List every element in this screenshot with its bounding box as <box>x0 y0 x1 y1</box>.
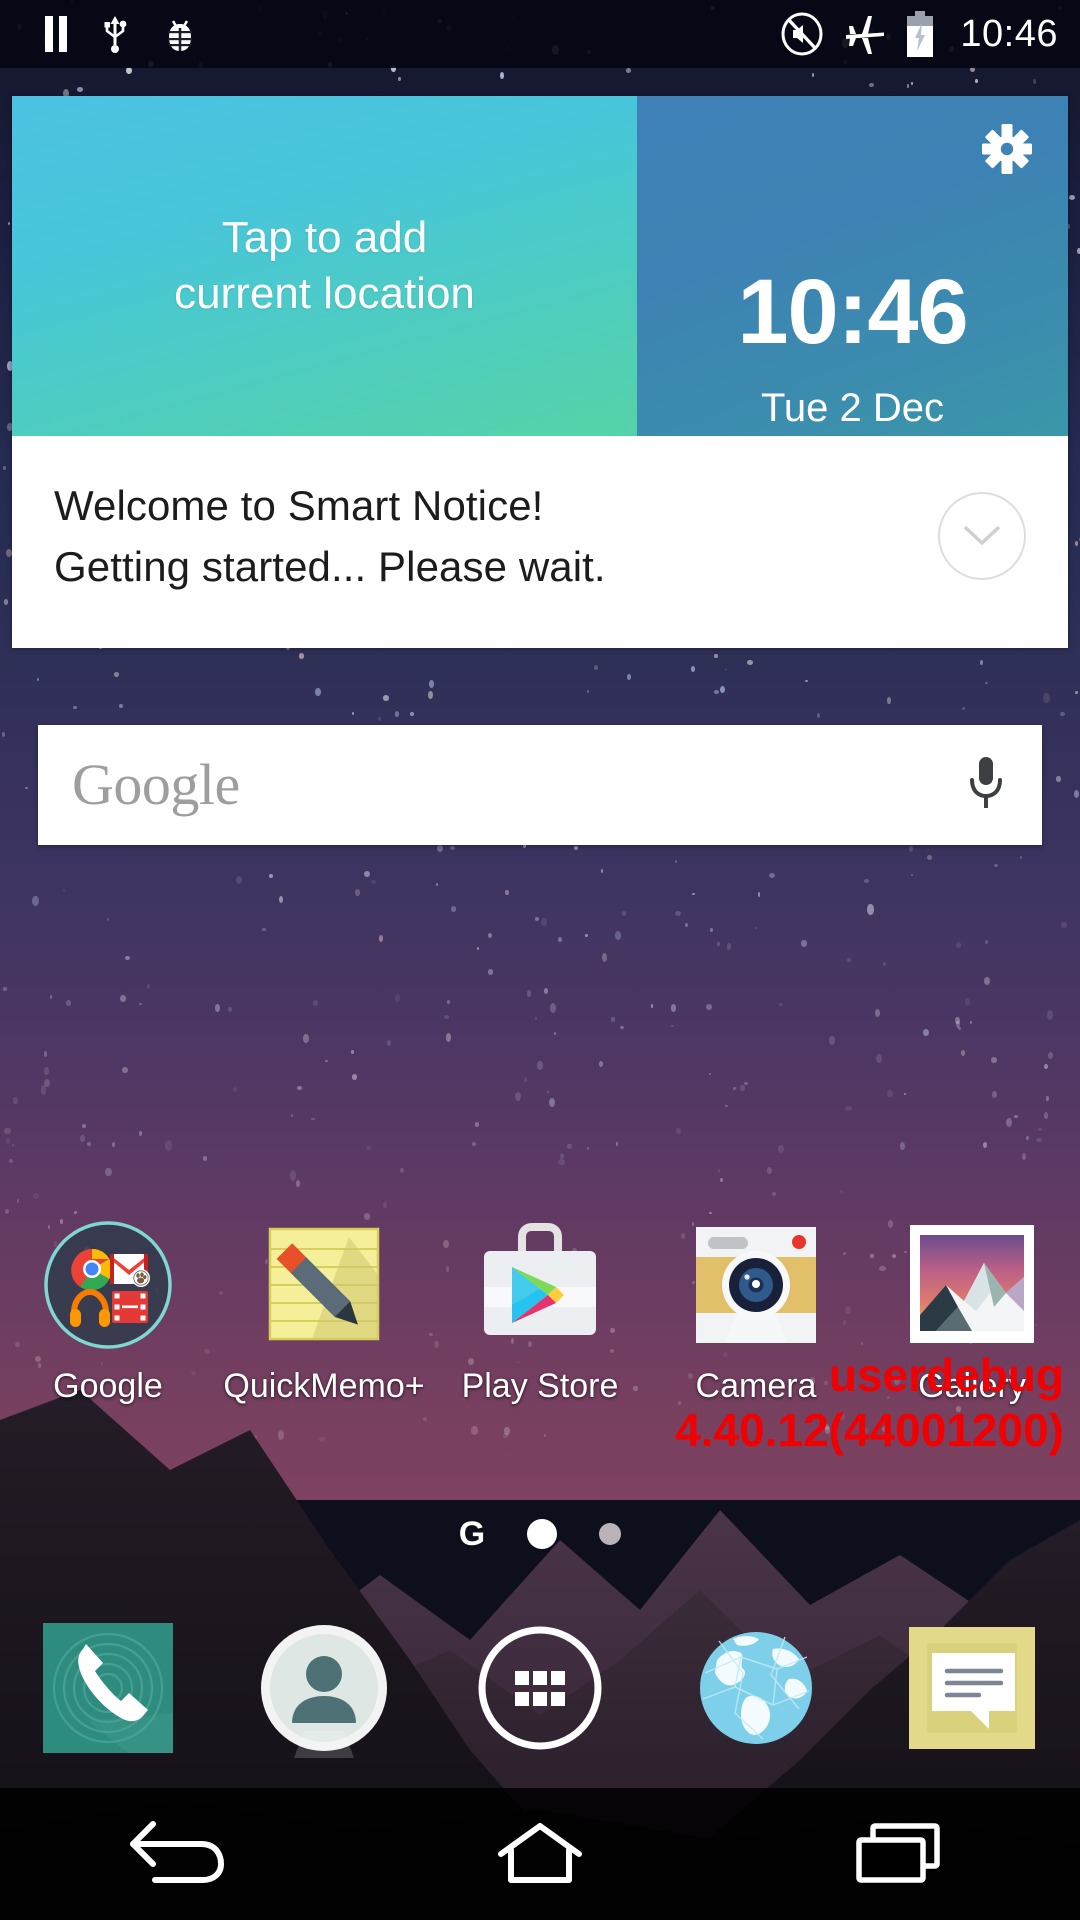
recent-apps-icon <box>856 1823 940 1883</box>
widget-clock-time: 10:46 <box>737 261 968 363</box>
globe-browser-icon <box>681 1613 831 1763</box>
app-icon-camera[interactable]: Camera <box>648 1215 864 1425</box>
navigation-bar <box>0 1788 1080 1920</box>
dock-item-phone[interactable] <box>0 1613 216 1763</box>
app-label: Gallery <box>918 1367 1026 1405</box>
nav-recents-button[interactable] <box>720 1814 1080 1894</box>
pause-icon <box>45 16 67 52</box>
smart-notice-top: Tap to add current location 10:46 Tue 2 … <box>12 96 1068 436</box>
voice-search-button[interactable] <box>964 754 1008 817</box>
app-icon-gallery[interactable]: Gallery <box>864 1215 1080 1425</box>
dock-item-messaging[interactable] <box>864 1613 1080 1763</box>
gear-icon <box>982 124 1032 174</box>
dock-item-browser[interactable] <box>648 1613 864 1763</box>
camera-icon <box>686 1215 826 1355</box>
airplane-mode-icon <box>846 16 885 54</box>
status-bar-clock: 10:46 <box>960 12 1058 55</box>
nav-back-button[interactable] <box>0 1814 360 1894</box>
search-input[interactable]: Google <box>72 756 240 814</box>
widget-clock-date: Tue 2 Dec <box>760 386 945 430</box>
app-icon-google-folder[interactable]: Google <box>0 1215 216 1425</box>
home-icon <box>498 1823 582 1883</box>
quickmemo-icon <box>254 1215 394 1355</box>
messaging-icon <box>897 1613 1047 1763</box>
google-now-page-glyph[interactable]: G <box>459 1517 485 1551</box>
smart-notice-widget[interactable]: Tap to add current location 10:46 Tue 2 … <box>12 96 1068 648</box>
weather-add-location-panel[interactable]: Tap to add current location <box>12 96 637 436</box>
smart-notice-card[interactable]: Welcome to Smart Notice! Getting started… <box>12 436 1068 648</box>
smart-notice-expand-button[interactable] <box>938 492 1026 580</box>
contacts-icon <box>249 1613 399 1763</box>
play-store-icon <box>470 1215 610 1355</box>
app-label: Play Store <box>461 1367 619 1405</box>
app-icon-play-store[interactable]: Play Store <box>432 1215 648 1425</box>
usb-icon <box>104 16 127 53</box>
google-folder-icon <box>38 1215 178 1355</box>
widget-settings-button[interactable] <box>980 122 1034 181</box>
weather-prompt-line1: Tap to add <box>221 212 428 262</box>
app-icon-quickmemo[interactable]: QuickMemo+ <box>216 1215 432 1425</box>
microphone-icon <box>970 756 1002 808</box>
smart-notice-subtext: Getting started... Please wait. <box>54 542 606 590</box>
smart-notice-headline: Welcome to Smart Notice! <box>54 482 544 529</box>
chevron-down-icon <box>964 526 1000 545</box>
app-label: QuickMemo+ <box>223 1367 425 1405</box>
bug-icon <box>168 20 192 51</box>
clock-panel[interactable]: 10:46 Tue 2 Dec <box>637 96 1068 436</box>
google-search-widget[interactable]: Google <box>38 725 1042 845</box>
phone-icon <box>33 1613 183 1763</box>
page-indicator[interactable]: G <box>0 1508 1080 1560</box>
status-bar-right: 10:46 <box>780 11 1058 57</box>
weather-prompt-text: Tap to add current location <box>174 210 475 323</box>
status-bar[interactable]: 10:46 <box>0 0 1080 68</box>
nav-home-button[interactable] <box>360 1814 720 1894</box>
weather-prompt-line2: current location <box>174 269 475 318</box>
app-grid-row: Google QuickMemo+ Play Store Camera Gall… <box>0 1215 1080 1425</box>
dock-item-contacts[interactable] <box>216 1613 432 1763</box>
status-bar-left <box>44 13 198 55</box>
app-label: Google <box>53 1367 163 1405</box>
page-dot-inactive[interactable] <box>599 1523 622 1545</box>
page-dot-active[interactable] <box>527 1519 558 1549</box>
app-drawer-icon <box>465 1613 615 1763</box>
mute-icon <box>781 12 823 56</box>
dock-item-app-drawer[interactable] <box>432 1613 648 1763</box>
app-label: Camera <box>695 1367 817 1405</box>
back-arrow-icon <box>130 1821 224 1883</box>
home-screen: 10:46 Tap to add current location 10:46 … <box>0 0 1080 1920</box>
gallery-icon <box>902 1215 1042 1355</box>
battery-charging-icon <box>907 11 934 57</box>
dock <box>0 1588 1080 1788</box>
